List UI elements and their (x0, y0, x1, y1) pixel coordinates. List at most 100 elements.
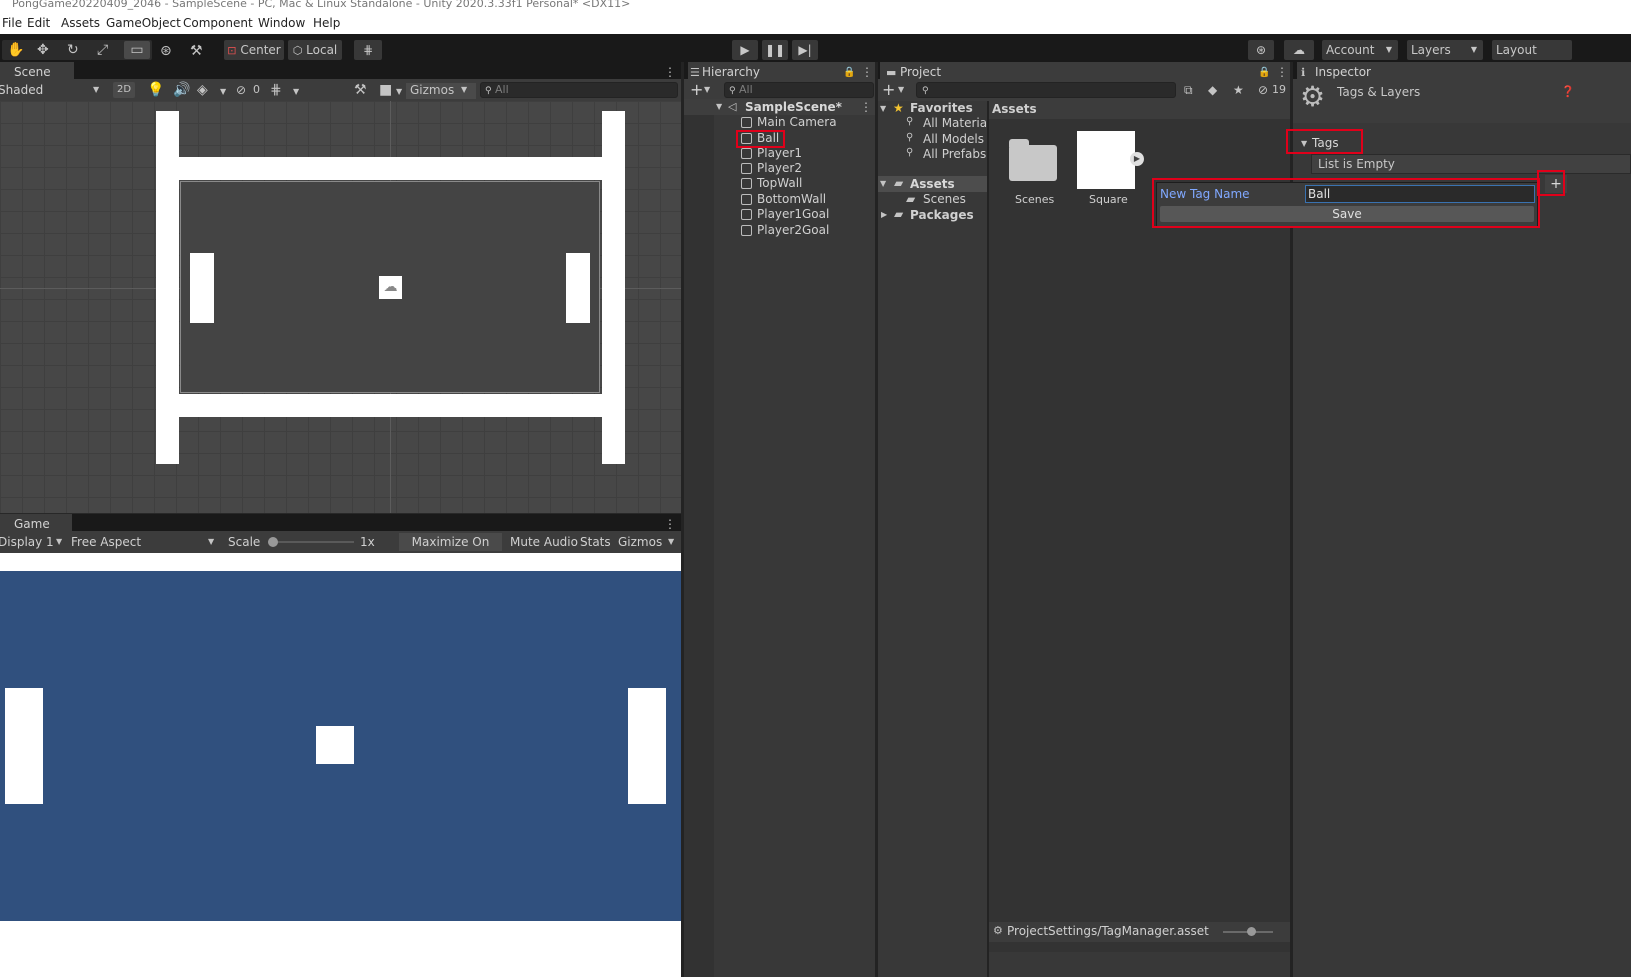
search-icon: ⚲ (906, 132, 914, 143)
favorite-all-prefabs[interactable]: All Prefabs (923, 147, 986, 161)
hierarchy-item-bottomwall[interactable]: BottomWall (757, 192, 826, 206)
effects-icon[interactable]: ◈ (197, 83, 208, 97)
search-by-type-icon[interactable]: ⧉ (1184, 83, 1193, 97)
square-asset-thumbnail[interactable] (1077, 131, 1135, 189)
chevron-down-icon: ▼ (208, 537, 215, 546)
game-viewport[interactable] (0, 553, 681, 977)
more-options-icon[interactable]: ⋮ (861, 65, 873, 79)
square-asset-label[interactable]: Square (1089, 193, 1128, 206)
bottom-wall-object[interactable] (178, 394, 602, 417)
scale-tool-icon[interactable]: ⤢ (97, 43, 108, 57)
game-camera-area (0, 571, 681, 921)
scenes-asset-label[interactable]: Scenes (1015, 193, 1054, 206)
layout-dropdown[interactable]: Layout (1492, 40, 1572, 60)
top-wall-object[interactable] (178, 157, 602, 180)
scene-row[interactable]: ▼ ◁ SampleScene* ⋮ (684, 99, 875, 115)
ball-object[interactable]: ☁ (379, 276, 402, 299)
player2-object[interactable] (566, 253, 590, 323)
hierarchy-item-main-camera[interactable]: Main Camera (757, 115, 837, 129)
assets-folder-row[interactable]: ▼ ▰ Assets (878, 176, 987, 192)
shading-mode-dropdown[interactable]: Shaded (0, 83, 43, 97)
expand-asset-icon[interactable]: ▶ (1130, 152, 1144, 166)
menu-file[interactable]: File (2, 16, 22, 30)
camera-icon[interactable]: ■ (379, 83, 392, 97)
account-dropdown[interactable]: Account ▼ (1322, 40, 1398, 60)
collab-button[interactable]: ⊛ (1248, 40, 1274, 60)
chevron-down-icon[interactable]: ▼ (880, 104, 886, 113)
2d-toggle[interactable]: 2D (113, 82, 135, 98)
hidden-packages-icon[interactable]: ⊘ (1258, 83, 1268, 97)
menu-component[interactable]: Component (183, 16, 253, 30)
add-icon[interactable]: + (882, 80, 895, 99)
hierarchy-item-player2goal[interactable]: Player2Goal (757, 223, 829, 237)
layers-dropdown[interactable]: Layers ▼ (1407, 40, 1483, 60)
pivot-local-button[interactable]: ⬡ Local (288, 40, 342, 60)
hierarchy-item-player2[interactable]: Player2 (757, 161, 802, 175)
lighting-icon[interactable]: 💡 (147, 83, 164, 97)
more-options-icon[interactable]: ⋮ (664, 65, 676, 79)
project-status-bar: ⚙ ProjectSettings/TagManager.asset (989, 922, 1290, 942)
player1-object[interactable] (190, 253, 214, 323)
rotate-tool-icon[interactable]: ↻ (67, 43, 79, 57)
pause-button[interactable]: ❚❚ (762, 40, 788, 60)
favorites-label[interactable]: Favorites (910, 101, 973, 115)
favorite-all-models[interactable]: All Models (923, 132, 984, 146)
add-icon[interactable]: + (690, 80, 703, 99)
tools-icon[interactable]: ⚒ (354, 83, 367, 97)
icon-size-slider-thumb[interactable] (1247, 927, 1256, 936)
chevron-down-icon[interactable]: ▼ (716, 102, 722, 111)
maximize-on-play-toggle[interactable]: Maximize On Play (399, 533, 502, 567)
play-button[interactable]: ▶ (732, 40, 758, 60)
unity-scene-icon: ◁ (728, 100, 737, 113)
mute-audio-toggle[interactable]: Mute Audio (510, 535, 578, 549)
menu-assets[interactable]: Assets (61, 16, 100, 30)
search-icon: ⚲ (729, 86, 736, 96)
game-gizmos-dropdown[interactable]: Gizmos (618, 535, 662, 549)
packages-folder-label[interactable]: Packages (910, 208, 974, 222)
hierarchy-item-player1[interactable]: Player1 (757, 146, 802, 160)
more-options-icon[interactable]: ⋮ (664, 517, 676, 531)
label-icon[interactable]: ◆ (1208, 83, 1217, 97)
more-options-icon[interactable]: ⋮ (860, 100, 872, 114)
hierarchy-search-input[interactable]: All (724, 82, 874, 98)
rect-tool-icon[interactable]: ▭ (124, 41, 150, 59)
scenes-folder-item[interactable]: Scenes (923, 192, 966, 206)
chevron-right-icon[interactable]: ▶ (881, 210, 887, 219)
grid-icon[interactable]: ⋕ (270, 83, 282, 97)
player2-goal-object[interactable] (602, 111, 625, 464)
help-icon[interactable]: ❓ (1561, 85, 1575, 98)
menu-window[interactable]: Window (258, 16, 305, 30)
lock-icon[interactable]: 🔒 (1258, 66, 1270, 80)
favorite-all-materials[interactable]: All Materials (923, 116, 987, 130)
menu-edit[interactable]: Edit (27, 16, 50, 30)
transform-tool-icon[interactable]: ⊛ (160, 44, 172, 58)
project-search-input[interactable] (916, 82, 1176, 98)
aspect-dropdown[interactable]: Free Aspect (71, 535, 141, 549)
grid-snap-button[interactable]: ⋕ (354, 40, 382, 60)
hierarchy-item-topwall[interactable]: TopWall (757, 176, 802, 190)
chevron-down-icon: ▼ (1385, 45, 1392, 54)
favorite-star-icon[interactable]: ★ (1233, 83, 1244, 97)
pivot-center-button[interactable]: ⊡ Center (224, 40, 284, 60)
scene-search-input[interactable]: All (480, 82, 678, 98)
hierarchy-item-player1goal[interactable]: Player1Goal (757, 207, 829, 221)
menu-help[interactable]: Help (313, 16, 340, 30)
hand-tool-icon[interactable]: ✋ (7, 43, 24, 57)
step-button[interactable]: ▶| (792, 40, 818, 60)
more-options-icon[interactable]: ⋮ (1276, 65, 1288, 79)
custom-tool-icon[interactable]: ⚒ (190, 44, 203, 58)
move-tool-icon[interactable]: ✥ (37, 43, 49, 57)
hidden-objects-icon[interactable]: ⊘ (236, 83, 246, 97)
breadcrumb[interactable]: Assets (992, 102, 1037, 116)
display-dropdown[interactable]: Display 1 (0, 535, 54, 549)
scale-slider[interactable] (268, 537, 354, 547)
audio-icon[interactable]: 🔊 (173, 83, 190, 97)
stats-toggle[interactable]: Stats (580, 535, 611, 549)
player1-goal-object[interactable] (156, 111, 179, 464)
scene-viewport[interactable]: ☁ (0, 101, 681, 513)
lock-icon[interactable]: 🔒 (843, 66, 855, 80)
menu-gameobject[interactable]: GameObject (106, 16, 181, 30)
cloud-button[interactable]: ☁ (1284, 40, 1314, 60)
scale-slider-thumb[interactable] (268, 537, 278, 547)
scenes-asset-folder-icon[interactable] (1009, 139, 1057, 181)
